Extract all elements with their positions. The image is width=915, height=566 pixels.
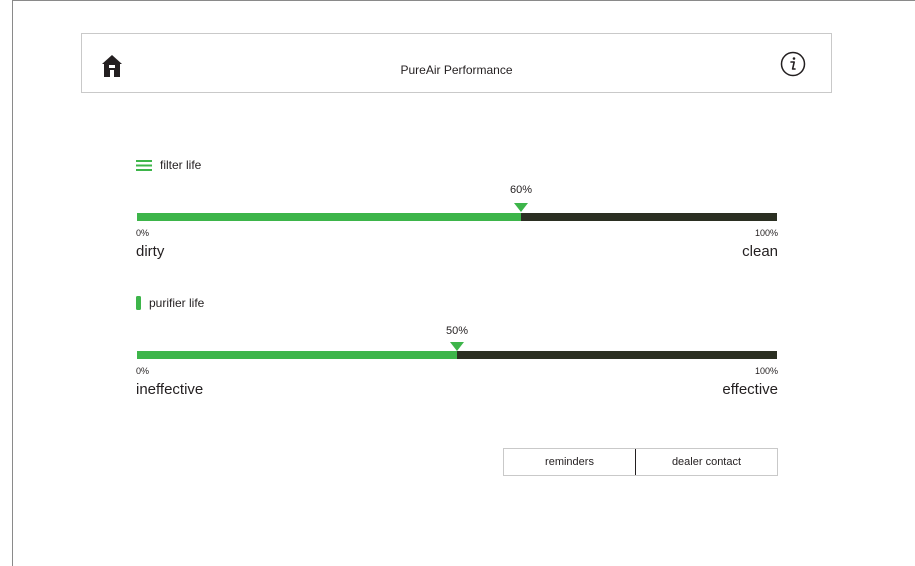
dealer-contact-button[interactable]: dealer contact	[636, 449, 777, 475]
action-button-group: reminders dealer contact	[503, 448, 778, 476]
filter-life-min-tick: 0%	[136, 228, 150, 238]
filter-life-header: filter life	[136, 158, 201, 172]
purifier-life-value: 50%	[445, 325, 469, 337]
filter-life-value: 60%	[509, 184, 533, 196]
purifier-life-marker	[450, 342, 464, 351]
purifier-life-max-text: effective	[722, 381, 778, 398]
filter-life-max-text: clean	[742, 243, 778, 260]
lines-icon	[136, 159, 152, 171]
info-button[interactable]	[780, 51, 806, 77]
filter-life-marker	[514, 203, 528, 212]
purifier-life-max-tick: 100%	[754, 366, 778, 376]
page-title: PureAir Performance	[400, 63, 513, 77]
purifier-life-bar	[137, 351, 777, 359]
purifier-life-title: purifier life	[149, 296, 205, 310]
purifier-life-min-tick: 0%	[136, 366, 150, 376]
purifier-life-header: purifier life	[136, 296, 204, 310]
filter-life-gauge: filter life 60% 0% 100% dirty clean	[136, 158, 778, 262]
app-frame: PureAir Performance filter life 60% 0% 1…	[12, 0, 915, 566]
filter-life-max-tick: 100%	[754, 228, 778, 238]
filter-life-title: filter life	[160, 158, 202, 172]
filter-life-min-text: dirty	[136, 243, 165, 260]
reminders-button[interactable]: reminders	[504, 449, 636, 475]
bar-icon	[136, 296, 141, 310]
info-icon	[780, 51, 806, 77]
filter-life-bar-fill	[137, 213, 521, 221]
purifier-life-min-text: ineffective	[136, 381, 204, 398]
header-bar: PureAir Performance	[81, 33, 832, 93]
filter-life-bar	[137, 213, 777, 221]
purifier-life-gauge: purifier life 50% 0% 100% ineffective ef…	[136, 296, 778, 400]
purifier-life-bar-fill	[137, 351, 457, 359]
